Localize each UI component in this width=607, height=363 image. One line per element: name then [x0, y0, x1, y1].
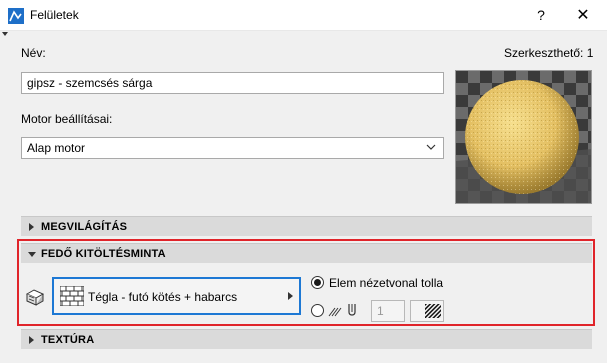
title-bar: Felületek ? ✕ [0, 0, 607, 31]
engine-select-value: Alap motor [27, 141, 86, 155]
section-texture[interactable]: TEXTÚRA [21, 329, 592, 349]
material-preview [455, 70, 592, 204]
editable-count-label: Szerkeszthető: 1 [504, 46, 594, 60]
help-button[interactable]: ? [523, 0, 559, 31]
section-lighting[interactable]: MEGVILÁGÍTÁS [21, 216, 592, 236]
preview-image [456, 71, 591, 203]
highlight-box [17, 239, 595, 326]
close-button[interactable]: ✕ [565, 0, 601, 31]
window-title: Felületek [30, 8, 79, 22]
engine-select[interactable]: Alap motor [21, 137, 444, 159]
engine-label: Motor beállításai: [21, 112, 113, 126]
section-lighting-title: MEGVILÁGÍTÁS [41, 221, 128, 233]
app-icon [8, 8, 24, 24]
expand-arrow-icon [29, 223, 34, 231]
expand-arrow-icon [29, 336, 34, 344]
chevron-down-icon [426, 144, 436, 150]
name-input[interactable]: gipsz - szemcsés sárga [21, 72, 444, 94]
name-label: Név: [21, 46, 46, 60]
collapse-marker-icon [2, 32, 8, 36]
section-texture-title: TEXTÚRA [41, 334, 95, 346]
